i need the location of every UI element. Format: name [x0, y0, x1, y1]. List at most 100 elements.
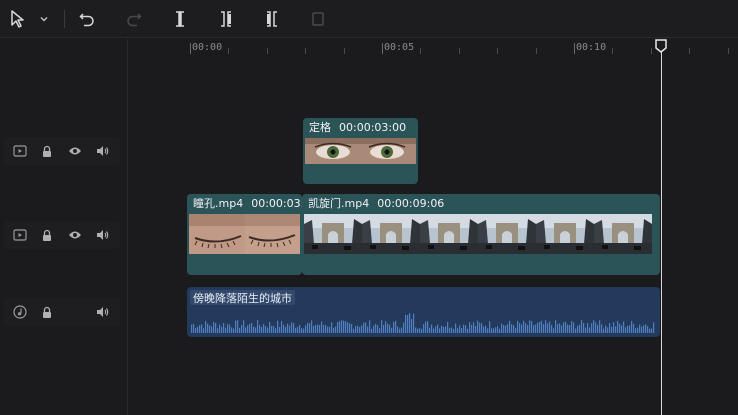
waveform-bar	[411, 318, 413, 333]
delete-icon[interactable]	[308, 9, 328, 29]
audio-track-controls	[4, 298, 120, 326]
waveform-bar	[423, 324, 425, 333]
waveform-bar	[221, 326, 223, 333]
redo-icon[interactable]	[124, 9, 144, 29]
time-ruler[interactable]: 00:00 00:05 00:10	[128, 39, 738, 59]
music-note-icon[interactable]	[12, 304, 28, 320]
waveform-bar	[513, 325, 515, 333]
waveform-bar	[209, 325, 211, 333]
eye-icon[interactable]	[67, 143, 83, 159]
waveform-bar	[331, 322, 333, 333]
waveform-bar	[359, 327, 361, 333]
waveform-bar	[653, 322, 655, 333]
undo-icon[interactable]	[77, 9, 97, 29]
waveform-bar	[243, 320, 245, 333]
waveform-bar	[421, 328, 423, 333]
main-clip-pupil[interactable]: 瞳孔.mp4 00:00:03:	[187, 194, 302, 275]
waveform-bar	[387, 323, 389, 333]
waveform-bar	[215, 323, 217, 333]
waveform-bar	[501, 323, 503, 333]
waveform-bar	[451, 327, 453, 333]
waveform-bar	[439, 328, 441, 333]
waveform-bar	[345, 321, 347, 333]
lock-icon[interactable]	[39, 143, 55, 159]
waveform-bar	[589, 327, 591, 333]
waveform-bar	[369, 320, 371, 333]
lock-icon[interactable]	[39, 304, 55, 320]
waveform-bar	[571, 321, 573, 333]
waveform-bar	[253, 326, 255, 333]
arc-thumbnail	[594, 214, 652, 254]
waveform-bar	[457, 328, 459, 333]
waveform-bar	[587, 322, 589, 333]
waveform-bar	[257, 320, 259, 333]
lock-icon[interactable]	[39, 227, 55, 243]
waveform-bar	[223, 322, 225, 333]
ruler-tick	[305, 48, 306, 54]
playhead-handle-icon[interactable]	[655, 39, 667, 53]
freeze-frame-clip[interactable]: 定格 00:00:03:00	[303, 118, 418, 184]
waveform-bar	[293, 323, 295, 333]
waveform-bar	[449, 327, 451, 333]
waveform-bar	[235, 320, 237, 333]
video-track-icon[interactable]	[12, 227, 28, 243]
waveform-bar	[295, 327, 297, 333]
arc-thumbnail	[362, 214, 420, 254]
waveform-bar	[489, 321, 491, 333]
waveform-bar	[303, 328, 305, 333]
waveform-bar	[273, 325, 275, 333]
waveform-bar	[217, 328, 219, 333]
waveform-bar	[409, 313, 411, 333]
clip-duration: 00:00:03:	[251, 196, 302, 210]
waveform-bar	[231, 327, 233, 333]
volume-icon[interactable]	[95, 227, 111, 243]
waveform-bar	[241, 325, 243, 333]
waveform-bar	[565, 321, 567, 333]
trim-left-icon[interactable]	[216, 9, 236, 29]
clip-header: 凯旋门.mp4 00:00:09:06	[302, 194, 451, 212]
toolbar-divider	[64, 10, 65, 28]
waveform-bar	[433, 328, 435, 333]
waveform-bar	[225, 327, 227, 333]
waveform-bar	[321, 321, 323, 333]
waveform-bar	[645, 324, 647, 333]
clip-duration: 00:00:09:06	[377, 196, 445, 210]
playhead-line[interactable]	[661, 46, 662, 415]
volume-icon[interactable]	[95, 143, 111, 159]
split-icon[interactable]	[170, 9, 190, 29]
waveform-bar	[391, 327, 393, 333]
waveform-bar	[529, 320, 531, 333]
waveform-bar	[233, 328, 235, 333]
waveform-bar	[455, 323, 457, 333]
main-clip-arc[interactable]: 凯旋门.mp4 00:00:09:06	[302, 194, 660, 275]
audio-clip[interactable]: 傍晚降落陌生的城市	[187, 287, 660, 337]
waveform-bar	[443, 326, 445, 333]
trim-right-icon[interactable]	[262, 9, 282, 29]
waveform-bar	[259, 324, 261, 333]
waveform-bar	[347, 322, 349, 333]
video-track-icon[interactable]	[12, 143, 28, 159]
waveform-bar	[441, 325, 443, 333]
waveform-bar	[323, 324, 325, 333]
waveform-bar	[333, 327, 335, 333]
waveform-bar	[549, 321, 551, 333]
waveform-bar	[639, 324, 641, 333]
arc-thumbnail	[478, 214, 536, 254]
waveform-bar	[563, 322, 565, 333]
eye-icon[interactable]	[67, 227, 83, 243]
waveform-bar	[199, 325, 201, 333]
volume-icon[interactable]	[95, 304, 111, 320]
waveform-bar	[555, 320, 557, 333]
waveform-bar	[435, 326, 437, 333]
clip-name: 凯旋门.mp4	[308, 197, 370, 210]
timeline-area[interactable]: 00:00 00:05 00:10 定格 00:00:03:00 瞳孔.mp4	[128, 39, 738, 415]
ruler-label-10: 00:10	[576, 42, 607, 53]
cursor-select-icon[interactable]	[8, 9, 28, 29]
waveform-bar	[309, 323, 311, 333]
dropdown-chevron-icon[interactable]	[34, 9, 54, 29]
waveform-bar	[481, 323, 483, 333]
ruler-tick	[574, 43, 575, 54]
ruler-tick	[497, 48, 498, 54]
ruler-tick	[382, 43, 383, 54]
waveform-bar	[325, 325, 327, 333]
